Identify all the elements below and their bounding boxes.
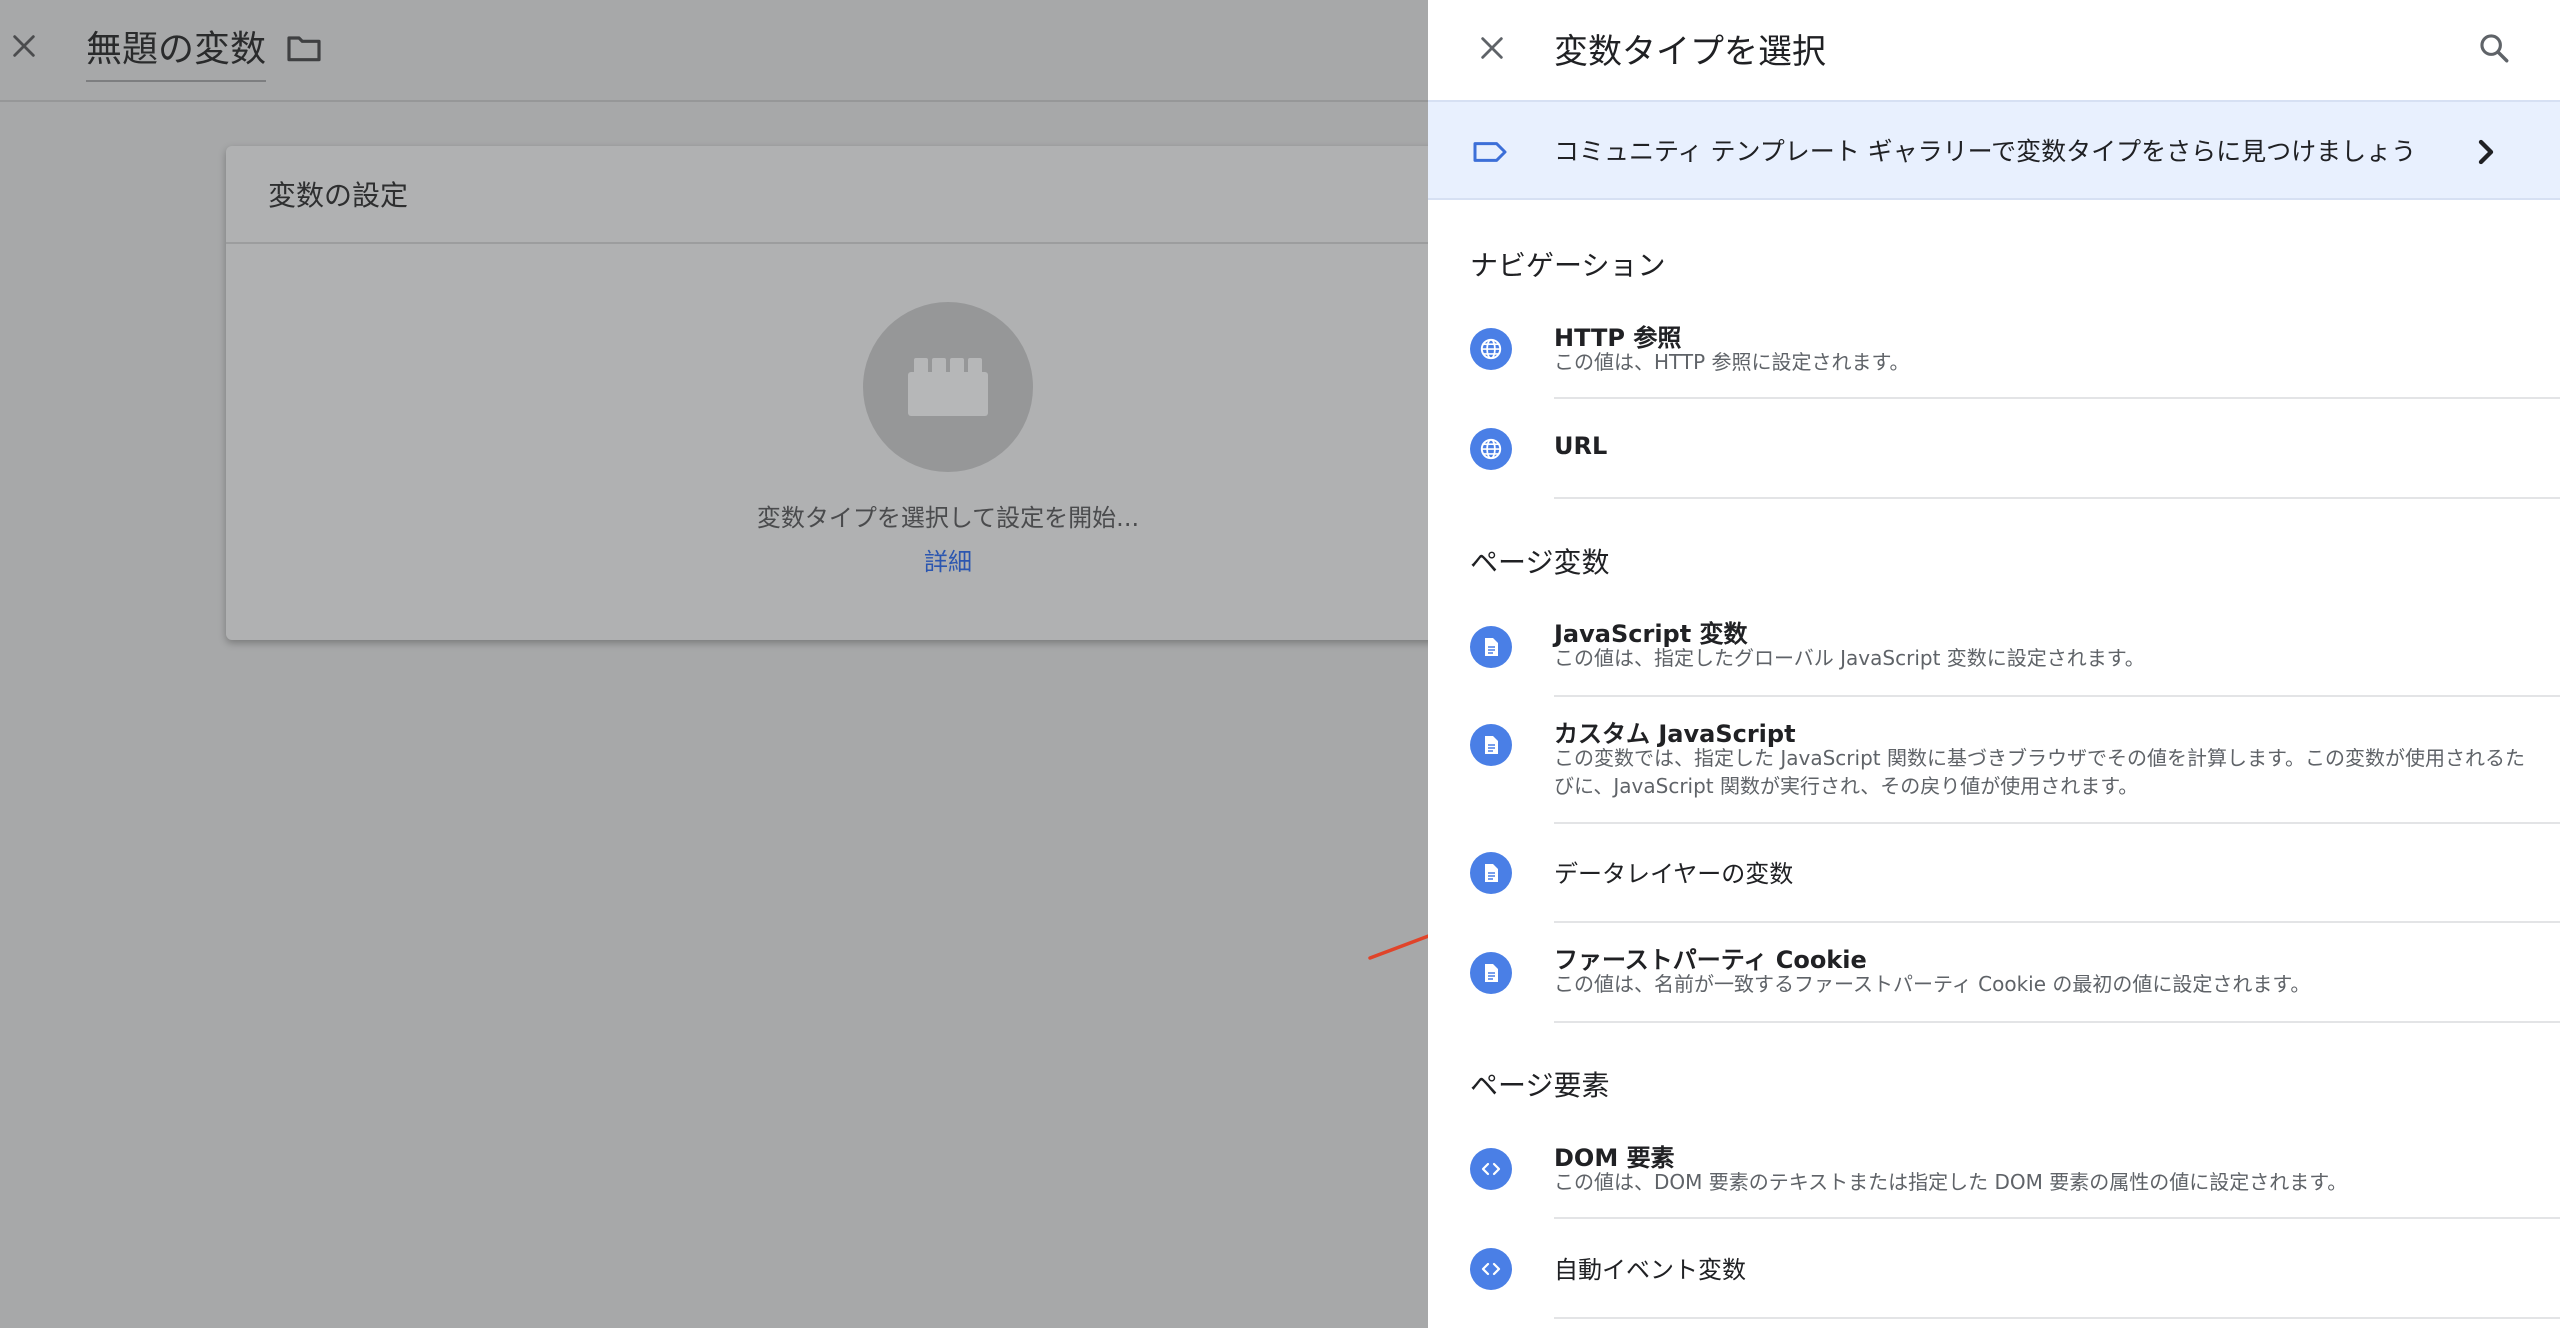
section-heading-navigation: ナビゲーション xyxy=(1470,249,1666,282)
row-description: この値は、DOM 要素のテキストまたは指定した DOM 要素の属性の値に設定され… xyxy=(1554,1170,2348,1194)
row-title: URL xyxy=(1554,432,1608,460)
variable-type-url[interactable]: URL xyxy=(1428,400,2560,500)
variable-type-dom-element[interactable]: DOM 要素 この値は、DOM 要素のテキストまたは指定した DOM 要素の属性… xyxy=(1428,1120,2560,1220)
editor-header: 無題の変数 xyxy=(0,0,1428,102)
variable-name-field[interactable]: 無題の変数 xyxy=(86,20,267,82)
document-icon xyxy=(1470,952,1512,994)
panel-header: 変数タイプを選択 xyxy=(1428,0,2560,100)
row-title: データレイヤーの変数 xyxy=(1554,860,1794,888)
variable-type-javascript-variable[interactable]: JavaScript 変数 この値は、指定したグローバル JavaScript … xyxy=(1428,598,2560,698)
panel-title: 変数タイプを選択 xyxy=(1554,32,1826,72)
config-hint-text: 変数タイプを選択して設定を開始... xyxy=(756,504,1140,532)
code-icon xyxy=(1470,1148,1512,1190)
row-description: この変数では、指定した JavaScript 関数に基づきブラウザでその値を計算… xyxy=(1554,746,2525,798)
row-description: この値は、HTTP 参照に設定されます。 xyxy=(1554,350,1910,374)
document-icon xyxy=(1470,852,1512,894)
section-heading-page-variables: ページ変数 xyxy=(1470,546,1610,579)
folder-icon xyxy=(287,36,321,62)
globe-icon xyxy=(1470,428,1512,470)
row-divider xyxy=(1554,397,2560,399)
row-divider xyxy=(1554,1217,2560,1219)
row-description: この値は、指定したグローバル JavaScript 変数に設定されます。 xyxy=(1554,646,2145,670)
variable-type-data-layer[interactable]: データレイヤーの変数 xyxy=(1428,824,2560,924)
building-block-icon xyxy=(908,358,988,416)
config-card-divider xyxy=(226,242,1456,244)
document-icon xyxy=(1470,724,1512,766)
variable-config-card[interactable]: 変数の設定 変数タイプを選択して設定を開始... 詳細 xyxy=(226,146,1456,640)
label-icon xyxy=(1473,142,1507,162)
code-icon xyxy=(1470,1248,1512,1290)
variable-type-custom-javascript[interactable]: カスタム JavaScript この変数では、指定した JavaScript 関… xyxy=(1428,698,2560,824)
row-divider xyxy=(1554,1021,2560,1023)
close-icon xyxy=(13,35,35,57)
variable-type-placeholder[interactable] xyxy=(863,302,1033,472)
variable-type-auto-event[interactable]: 自動イベント変数 xyxy=(1428,1220,2560,1320)
chevron-right-icon xyxy=(2478,139,2494,165)
config-card-title: 変数の設定 xyxy=(268,179,409,212)
panel-close-button[interactable] xyxy=(1470,26,1514,70)
variable-type-first-party-cookie[interactable]: ファーストパーティ Cookie この値は、名前が一致するファーストパーティ C… xyxy=(1428,924,2560,1024)
row-divider xyxy=(1554,497,2560,499)
variable-editor: 無題の変数 変数の設定 変数タイプを選択して設定を開始... 詳細 xyxy=(0,0,1456,1328)
row-description: この値は、名前が一致するファーストパーティ Cookie の最初の値に設定されま… xyxy=(1554,972,2311,996)
row-divider xyxy=(1554,921,2560,923)
globe-icon xyxy=(1470,328,1512,370)
variable-type-panel: 変数タイプを選択 コミュニティ テンプレート ギャラリーで変数タイプをさらに見つ… xyxy=(1428,0,2560,1328)
document-icon xyxy=(1470,626,1512,668)
row-divider xyxy=(1554,1317,2560,1319)
editor-close-button[interactable] xyxy=(4,26,44,66)
community-gallery-text: コミュニティ テンプレート ギャラリーで変数タイプをさらに見つけましょう xyxy=(1554,137,2417,166)
learn-more-link[interactable]: 詳細 xyxy=(632,542,1264,577)
community-gallery-banner[interactable]: コミュニティ テンプレート ギャラリーで変数タイプをさらに見つけましょう xyxy=(1428,100,2560,200)
editor-folder-button[interactable] xyxy=(284,28,324,68)
section-heading-page-elements: ページ要素 xyxy=(1470,1069,1610,1102)
row-title: 自動イベント変数 xyxy=(1554,1256,1746,1284)
search-icon xyxy=(2480,34,2509,63)
close-icon xyxy=(1481,37,1503,59)
panel-search-button[interactable] xyxy=(2470,24,2518,72)
variable-type-http-referrer[interactable]: HTTP 参照 この値は、HTTP 参照に設定されます。 xyxy=(1428,300,2560,400)
row-divider xyxy=(1554,695,2560,697)
